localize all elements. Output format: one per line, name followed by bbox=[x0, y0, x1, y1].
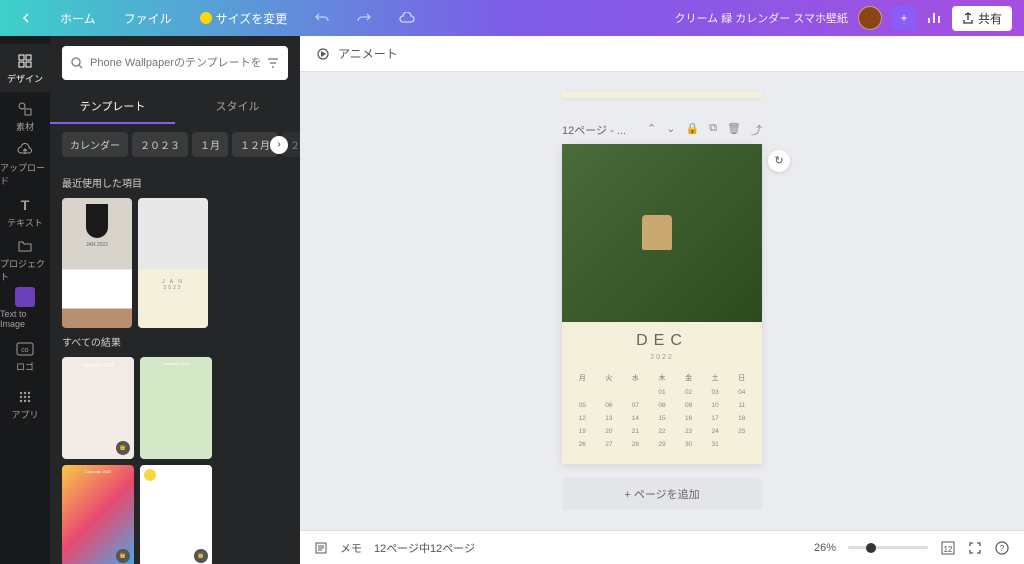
page-label[interactable]: 12ページ - ... bbox=[562, 122, 626, 138]
search-input-wrapper bbox=[62, 46, 288, 80]
template-thumb[interactable]: Calendar 2018 bbox=[140, 357, 212, 459]
page-up-icon[interactable]: ⌃ bbox=[647, 122, 656, 138]
redo-button[interactable] bbox=[347, 8, 381, 28]
page-down-icon[interactable]: ⌄ bbox=[666, 122, 675, 138]
filter-icon[interactable] bbox=[266, 56, 280, 70]
svg-text:12: 12 bbox=[944, 545, 953, 554]
rail-projects[interactable]: プロジェクト bbox=[0, 236, 50, 284]
refresh-icon[interactable]: ↻ bbox=[768, 150, 790, 172]
animate-button[interactable]: アニメート bbox=[338, 45, 398, 62]
animate-icon bbox=[316, 47, 330, 61]
add-page-icon[interactable]: ⤴ bbox=[751, 122, 762, 138]
svg-text:co: co bbox=[21, 347, 29, 354]
avatar[interactable] bbox=[858, 6, 882, 30]
back-button[interactable] bbox=[12, 9, 42, 27]
resize-button[interactable]: サイズを変更 bbox=[190, 6, 298, 31]
calendar-month: DEC bbox=[562, 322, 762, 354]
crown-icon bbox=[200, 12, 212, 24]
zoom-value[interactable]: 26% bbox=[814, 542, 836, 554]
lock-icon[interactable]: 🔒 bbox=[685, 122, 699, 138]
search-input[interactable] bbox=[90, 57, 260, 69]
rail-uploads[interactable]: アップロード bbox=[0, 140, 50, 188]
rail-apps[interactable]: アプリ bbox=[0, 380, 50, 428]
tab-templates[interactable]: テンプレート bbox=[50, 90, 175, 124]
home-button[interactable]: ホーム bbox=[50, 6, 106, 31]
duplicate-icon[interactable]: ⧉ bbox=[709, 122, 717, 138]
page-image[interactable] bbox=[562, 144, 762, 322]
notes-button[interactable]: メモ bbox=[340, 540, 362, 556]
all-results-title: すべての結果 bbox=[62, 334, 288, 349]
canvas-page[interactable]: ↻ DEC 2022 月火水木金土日0102030405060708091011… bbox=[562, 144, 762, 464]
premium-icon: 👑 bbox=[116, 549, 130, 563]
recent-title: 最近使用した項目 bbox=[62, 175, 288, 190]
doc-title[interactable]: クリーム 緑 カレンダー スマホ壁紙 bbox=[674, 10, 848, 26]
file-menu[interactable]: ファイル bbox=[114, 6, 182, 31]
analytics-icon[interactable] bbox=[926, 10, 942, 26]
grid-view-icon[interactable]: 12 bbox=[940, 540, 956, 556]
undo-button[interactable] bbox=[305, 8, 339, 28]
template-thumb[interactable]: JAN 2022 bbox=[62, 198, 132, 328]
help-icon[interactable]: ? bbox=[994, 540, 1010, 556]
chip-2023[interactable]: ２０２３ bbox=[132, 132, 188, 157]
cloud-sync-icon[interactable] bbox=[389, 8, 425, 28]
delete-icon[interactable]: 🗑 bbox=[727, 122, 741, 138]
search-icon bbox=[70, 56, 84, 70]
add-page-button[interactable]: + ページを追加 bbox=[562, 478, 762, 510]
tab-styles[interactable]: スタイル bbox=[175, 90, 300, 124]
template-thumb[interactable]: CALENDAR 2022👑 bbox=[140, 465, 212, 564]
notes-icon bbox=[314, 541, 328, 555]
fullscreen-icon[interactable] bbox=[968, 541, 982, 555]
rail-design[interactable]: デザイン bbox=[0, 44, 50, 92]
chip-jan[interactable]: １月 bbox=[192, 132, 228, 157]
rail-elements[interactable]: 素材 bbox=[0, 92, 50, 140]
rail-text-to-image[interactable]: Text to Image bbox=[0, 284, 50, 332]
template-thumb[interactable]: Calendar 2022👑 bbox=[62, 357, 134, 459]
premium-icon: 👑 bbox=[116, 441, 130, 455]
svg-text:?: ? bbox=[1000, 544, 1005, 553]
calendar-year: 2022 bbox=[562, 354, 762, 361]
rail-logo[interactable]: coロゴ bbox=[0, 332, 50, 380]
template-thumb[interactable]: J A N2022 bbox=[138, 198, 208, 328]
chip-scroll-right[interactable]: › bbox=[270, 136, 288, 154]
template-thumb[interactable]: Calendar 2022👑 bbox=[62, 465, 134, 564]
add-member-button[interactable]: + bbox=[892, 6, 916, 30]
premium-icon: 👑 bbox=[194, 549, 208, 563]
chip-calendar[interactable]: カレンダー bbox=[62, 132, 128, 157]
share-button[interactable]: 共有 bbox=[952, 6, 1012, 31]
rail-text[interactable]: Tテキスト bbox=[0, 188, 50, 236]
zoom-slider[interactable] bbox=[848, 546, 928, 549]
page-count: 12ページ中12ページ bbox=[374, 540, 475, 556]
